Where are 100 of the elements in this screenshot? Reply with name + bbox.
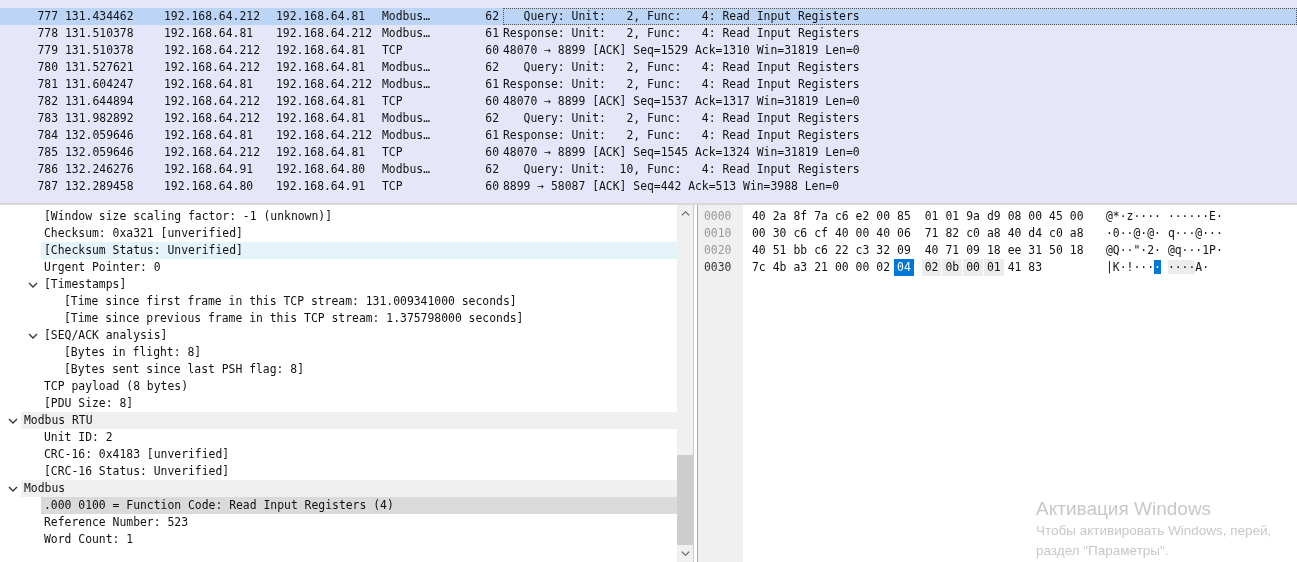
hex-byte[interactable]: cf [811, 225, 831, 242]
hex-byte[interactable]: 45 [1046, 208, 1066, 225]
hex-byte[interactable]: 22 [831, 242, 852, 259]
tree-item[interactable]: [Checksum Status: Unverified] [41, 242, 677, 259]
hex-byte[interactable]: 02 [873, 259, 894, 276]
hex-byte[interactable]: 08 [1004, 208, 1025, 225]
hex-byte[interactable]: 71 [942, 242, 963, 259]
hex-byte[interactable]: c3 [852, 242, 873, 259]
hex-byte[interactable]: a8 [983, 225, 1004, 242]
hex-byte[interactable]: 40 [921, 242, 942, 259]
hex-byte[interactable]: 40 [1004, 225, 1025, 242]
tree-item[interactable]: [PDU Size: 8] [41, 395, 677, 412]
tree-item[interactable]: [Timestamps] [41, 276, 677, 293]
hex-byte[interactable]: 0b [942, 259, 963, 276]
packet-row[interactable]: 777 131.434462 192.168.64.212 192.168.64.81 Modbus… 62 Query: Unit: 2, Func: 4: Read Input Registers [0, 8, 1297, 25]
packet-row[interactable]: 784 132.059646 192.168.64.81 192.168.64.212 Modbus… 61 Response: Unit: 2, Func: 4: Read Input Registers [0, 127, 1297, 144]
tree-item[interactable]: Checksum: 0xa321 [unverified] [41, 225, 677, 242]
hex-byte[interactable]: 2a [769, 208, 790, 225]
hex-byte[interactable]: 83 [1025, 259, 1046, 276]
tree-item[interactable]: Modbus [21, 480, 677, 497]
ascii-text[interactable]: @*·z···· [1106, 208, 1161, 225]
hex-byte[interactable]: 8f [790, 208, 811, 225]
tree-item[interactable]: [Window size scaling factor: -1 (unknown)] [41, 208, 677, 225]
hex-byte[interactable]: 01 [921, 208, 942, 225]
hex-byte[interactable]: c6 [811, 242, 831, 259]
tree-item[interactable]: [Time since previous frame in this TCP stream: 1.375798000 seconds] [61, 310, 677, 327]
hex-byte[interactable]: 00 [831, 259, 852, 276]
hex-byte[interactable]: 06 [894, 225, 914, 242]
packet-row[interactable]: 783 131.982892 192.168.64.212 192.168.64.81 Modbus… 62 Query: Unit: 2, Func: 4: Read Input Registers [0, 110, 1297, 127]
tree-item[interactable]: [Bytes sent since last PSH flag: 8] [61, 361, 677, 378]
ascii-text[interactable]: ······E· [1167, 208, 1223, 225]
hex-byte[interactable]: 82 [942, 225, 963, 242]
hex-byte[interactable]: d4 [1025, 225, 1046, 242]
ascii-text[interactable]: ····A· [1167, 259, 1210, 276]
hex-byte[interactable]: 00 [852, 225, 873, 242]
packet-row[interactable]: 781 131.604247 192.168.64.81 192.168.64.212 Modbus… 61 Response: Unit: 2, Func: 4: Read Input Registers [0, 76, 1297, 93]
tree-item[interactable]: Reference Number: 523 [41, 514, 677, 531]
ascii-text[interactable]: @Q··"·2· [1106, 242, 1161, 259]
hex-byte[interactable]: 31 [1025, 242, 1046, 259]
hex-byte[interactable]: 18 [983, 242, 1004, 259]
ascii-text[interactable]: |K·!···· [1106, 259, 1161, 276]
hex-byte[interactable]: 01 [942, 208, 963, 225]
hex-byte[interactable]: 40 [749, 208, 769, 225]
packet-row[interactable]: 785 132.059646 192.168.64.212 192.168.64.81 TCP 60 48070 → 8899 [ACK] Seq=1545 Ack=1324 Win=31819 Len=0 [0, 144, 1297, 161]
hex-byte[interactable]: ee [1004, 242, 1025, 259]
hex-byte[interactable]: 00 [963, 259, 983, 276]
hex-byte[interactable]: 50 [1046, 242, 1066, 259]
hex-byte[interactable]: 09 [894, 242, 914, 259]
hex-byte[interactable]: 00 [873, 208, 894, 225]
tree-item[interactable]: [Time since first frame in this TCP stream: 131.009341000 seconds] [61, 293, 677, 310]
tree-item[interactable]: [SEQ/ACK analysis] [41, 327, 677, 344]
hex-byte[interactable]: c0 [963, 225, 983, 242]
hex-byte[interactable]: 40 [831, 225, 852, 242]
ascii-text[interactable]: @q···1P· [1167, 242, 1223, 259]
packet-row[interactable]: 779 131.510378 192.168.64.212 192.168.64.81 TCP 60 48070 → 8899 [ACK] Seq=1529 Ack=1310 Win=31819 Len=0 [0, 42, 1297, 59]
hex-byte[interactable]: e2 [852, 208, 873, 225]
hex-byte[interactable]: c6 [790, 225, 811, 242]
tree-item[interactable]: Modbus RTU [21, 412, 677, 429]
hex-byte[interactable]: 7c [749, 259, 769, 276]
hex-byte[interactable]: 00 [749, 225, 769, 242]
hex-byte[interactable]: c0 [1046, 225, 1066, 242]
hex-byte[interactable]: 41 [1004, 259, 1025, 276]
hex-byte[interactable]: 01 [983, 259, 1004, 276]
hex-byte[interactable]: 18 [1066, 242, 1087, 259]
packet-row[interactable]: 787 132.289458 192.168.64.80 192.168.64.91 TCP 60 8899 → 58087 [ACK] Seq=442 Ack=513 Win=3988 Len=0 [0, 178, 1297, 195]
hex-byte[interactable]: 00 [1066, 208, 1087, 225]
hex-byte[interactable]: 30 [769, 225, 790, 242]
tree-item[interactable]: TCP payload (8 bytes) [41, 378, 677, 395]
hex-byte[interactable]: 21 [811, 259, 831, 276]
tree-item[interactable]: Word Count: 1 [41, 531, 677, 548]
packet-row[interactable]: 778 131.510378 192.168.64.81 192.168.64.212 Modbus… 61 Response: Unit: 2, Func: 4: Read Input Registers [0, 25, 1297, 42]
packet-row[interactable]: 782 131.644894 192.168.64.212 192.168.64.81 TCP 60 48070 → 8899 [ACK] Seq=1537 Ack=1317 Win=31819 Len=0 [0, 93, 1297, 110]
hex-byte[interactable]: c6 [831, 208, 852, 225]
packet-row[interactable]: 780 131.527621 192.168.64.212 192.168.64.81 Modbus… 62 Query: Unit: 2, Func: 4: Read Input Registers [0, 59, 1297, 76]
tree-item[interactable]: [Bytes in flight: 8] [61, 344, 677, 361]
hex-byte[interactable]: 02 [921, 259, 942, 276]
hex-byte[interactable]: 4b [769, 259, 790, 276]
hex-byte[interactable]: 00 [1025, 208, 1046, 225]
hex-byte[interactable]: 85 [894, 208, 914, 225]
ascii-text[interactable]: q···@··· [1167, 225, 1223, 242]
hex-byte[interactable]: 7a [811, 208, 831, 225]
tree-item[interactable]: [CRC-16 Status: Unverified] [41, 463, 677, 480]
hex-byte[interactable]: 51 [769, 242, 790, 259]
tree-item[interactable]: .000 0100 = Function Code: Read Input Registers (4) [41, 497, 677, 514]
packet-row[interactable]: 786 132.246276 192.168.64.91 192.168.64.80 Modbus… 62 Query: Unit: 10, Func: 4: Read Input Registers [0, 161, 1297, 178]
hex-byte[interactable]: bb [790, 242, 811, 259]
hex-byte[interactable]: 40 [749, 242, 769, 259]
hex-byte[interactable]: d9 [983, 208, 1004, 225]
tree-item[interactable]: Urgent Pointer: 0 [41, 259, 677, 276]
tree-item[interactable]: Unit ID: 2 [41, 429, 677, 446]
ascii-text[interactable]: ·0··@·@· [1106, 225, 1161, 242]
hex-byte[interactable]: 04 [894, 259, 914, 276]
hex-byte[interactable]: 00 [852, 259, 873, 276]
hex-byte[interactable]: 9a [963, 208, 983, 225]
hex-byte[interactable]: 09 [963, 242, 983, 259]
tree-item[interactable]: CRC-16: 0x4183 [unverified] [41, 446, 677, 463]
scrollbar-drawing[interactable] [677, 205, 693, 562]
hex-byte[interactable]: 71 [921, 225, 942, 242]
hex-byte[interactable]: 32 [873, 242, 894, 259]
hex-byte[interactable]: 40 [873, 225, 894, 242]
